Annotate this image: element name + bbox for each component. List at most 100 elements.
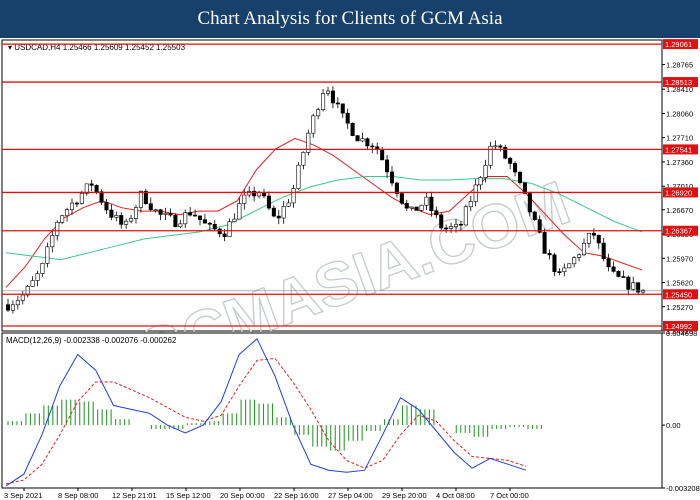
usdcad-h4-chart: GCMASIA.COM▾ USDCAD,H4 1.25466 1.25609 1… (1, 39, 700, 500)
price-axis-label: 1.25270 (666, 303, 693, 312)
candle-body (626, 276, 631, 290)
candle-body (567, 263, 572, 269)
candle-body (429, 196, 434, 211)
candle-body (40, 263, 45, 274)
candle-body (69, 202, 75, 210)
candle-body (513, 163, 518, 173)
candle-body (508, 157, 513, 164)
candle-body (168, 212, 173, 216)
candle-body (478, 177, 483, 186)
candle-body (321, 93, 326, 110)
candle-body (65, 209, 70, 217)
candle-body (552, 254, 557, 272)
candle-body (50, 235, 55, 248)
candle-body (424, 196, 429, 206)
candle-body (562, 267, 567, 272)
candle-body (316, 109, 321, 117)
candle-body (20, 294, 25, 301)
candle-body (10, 304, 15, 311)
candle-body (114, 215, 119, 218)
time-axis-label: 3 Sep 2021 (4, 491, 42, 500)
candle-body (473, 184, 478, 202)
time-axis-label: 4 Oct 08:00 (436, 491, 475, 500)
candle-body (55, 222, 60, 236)
candle-body (202, 219, 207, 224)
candle-body (124, 220, 129, 225)
level-label: 1.29061 (665, 40, 692, 49)
candle-body (291, 188, 296, 204)
candle-body (281, 206, 286, 219)
candle-body (631, 282, 636, 290)
candle-body (577, 254, 582, 258)
candle-body (350, 122, 355, 136)
candle-body (227, 221, 232, 238)
candle-body (527, 193, 532, 213)
candle-body (138, 190, 143, 208)
candle-body (74, 202, 79, 205)
candle-body (449, 226, 454, 229)
candle-body (15, 300, 20, 306)
candle-body (419, 204, 424, 211)
candle-body (340, 103, 345, 114)
candle-body (380, 149, 385, 161)
macd-panel-frame (1, 332, 663, 489)
candle-body (188, 212, 193, 216)
candle-body (296, 164, 301, 189)
candle-body (119, 215, 124, 225)
candle-body (242, 194, 247, 204)
candle-body (360, 138, 365, 142)
candle-body (601, 242, 606, 259)
candle-body (133, 207, 139, 219)
candle-body (606, 258, 611, 268)
candle-body (79, 193, 84, 204)
candle-body (276, 215, 281, 219)
time-axis-label: 15 Sep 12:00 (166, 491, 211, 500)
macd-axis-label: -0.003208 (666, 484, 700, 493)
candle-body (153, 209, 158, 212)
candle-body (183, 212, 188, 225)
time-axis-label: 20 Sep 00:00 (220, 491, 265, 500)
candle-body (207, 222, 212, 225)
time-axis-label: 8 Sep 08:00 (58, 491, 98, 500)
level-label: 1.27541 (665, 145, 692, 154)
candle-body (330, 90, 335, 104)
candle-body (532, 211, 537, 221)
candle-body (193, 214, 198, 217)
candle-body (163, 212, 168, 215)
time-axis-label: 27 Sep 04:00 (328, 491, 373, 500)
candle-body (30, 280, 35, 287)
price-axis-label: 1.27360 (666, 158, 693, 167)
candle-body (572, 257, 577, 265)
candle-body (493, 145, 498, 148)
candle-body (591, 232, 596, 236)
candle-body (498, 145, 503, 148)
candle-body (89, 183, 94, 186)
candle-body (197, 215, 203, 221)
time-axis: 3 Sep 2021 8 Sep 08:00 12 Sep 21:01 15 Sep … (4, 488, 529, 500)
candle-body (370, 145, 375, 148)
candle-body (222, 233, 227, 238)
candle-body (458, 223, 463, 226)
candle-body (483, 165, 488, 178)
candle-body (45, 246, 50, 264)
candle-body (271, 207, 276, 217)
candle-body (178, 223, 183, 228)
candle-body (641, 289, 646, 293)
candle-body (35, 273, 40, 281)
level-label: 1.26367 (665, 227, 692, 236)
candle-body (60, 215, 65, 223)
price-axis-label: 1.27710 (666, 134, 693, 143)
chart-banner-title: Chart Analysis for Clients of GCM Asia (0, 0, 700, 38)
candle-body (212, 223, 217, 230)
candle-body (148, 203, 153, 211)
candle-body (581, 243, 587, 256)
candle-body (468, 201, 473, 208)
candle-body (404, 202, 409, 209)
candle-body (439, 214, 444, 229)
candle-body (621, 276, 626, 278)
macd-title: MACD(12,26,9) -0.002338 -0.002076 -0.000… (6, 336, 177, 345)
time-axis-label: 7 Oct 00:00 (490, 491, 529, 500)
candle-body (94, 185, 99, 192)
candle-body (129, 218, 134, 222)
candle-body (616, 271, 621, 277)
